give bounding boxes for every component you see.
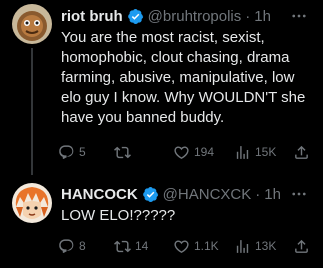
display-name[interactable]: HANCOCK [61, 186, 138, 203]
timestamp[interactable]: 1h [264, 186, 281, 203]
tweet-text: LOW ELO!????? [61, 207, 176, 224]
handle[interactable]: @HANCXCK [163, 186, 252, 203]
retweet-count: 14 [135, 239, 149, 253]
more-icon [292, 192, 306, 196]
retweet-icon [114, 146, 131, 158]
reply-count: 5 [79, 145, 86, 159]
tweet[interactable]: riot bruh @bruhtropolis · 1h You are the… [0, 0, 323, 175]
avatar[interactable] [12, 4, 52, 44]
views-icon [236, 145, 249, 159]
avatar-image [12, 183, 52, 223]
more-icon [292, 14, 306, 18]
tweet[interactable]: HANCOCK @HANCXCK · 1h LOW ELO!????? 8 14 [0, 175, 323, 268]
tweet-actions: 5 194 15K [0, 142, 323, 162]
display-name[interactable]: riot bruh [61, 8, 123, 25]
like-count: 194 [194, 145, 215, 159]
reply-button[interactable]: 5 [58, 142, 86, 162]
handle[interactable]: @bruhtropolis [148, 8, 242, 25]
avatar-image [12, 4, 52, 44]
reply-icon [59, 238, 74, 253]
like-icon [174, 145, 189, 159]
share-button[interactable] [293, 236, 310, 256]
more-button[interactable] [289, 184, 309, 204]
retweet-button[interactable]: 14 [114, 236, 148, 256]
tweet-header: riot bruh @bruhtropolis · 1h [61, 6, 323, 26]
reply-count: 8 [79, 239, 86, 253]
tweet-header: HANCOCK @HANCXCK · 1h [61, 184, 323, 204]
separator: · [255, 185, 261, 203]
separator: · [245, 7, 251, 25]
retweet-icon [114, 240, 131, 252]
verified-badge-icon [127, 8, 143, 24]
views-count: 15K [255, 145, 277, 159]
like-icon [174, 239, 189, 253]
views-count: 13K [255, 239, 277, 253]
tweet-actions: 8 14 1.1K 13K [0, 236, 323, 256]
share-button[interactable] [293, 142, 310, 162]
views-icon [236, 239, 249, 253]
like-button[interactable]: 194 [173, 142, 214, 162]
verified-badge-icon [142, 186, 158, 202]
share-icon [295, 145, 308, 159]
reply-button[interactable]: 8 [58, 236, 86, 256]
tweet-text: You are the most racist, sexist, homopho… [61, 29, 306, 126]
views-button[interactable]: 15K [234, 142, 276, 162]
like-count: 1.1K [194, 239, 219, 253]
like-button[interactable]: 1.1K [173, 236, 219, 256]
more-button[interactable] [289, 6, 309, 26]
timestamp[interactable]: 1h [254, 8, 271, 25]
avatar[interactable] [12, 183, 52, 223]
reply-icon [59, 144, 74, 159]
share-icon [295, 239, 308, 253]
views-button[interactable]: 13K [234, 236, 276, 256]
retweet-button[interactable] [114, 142, 135, 162]
